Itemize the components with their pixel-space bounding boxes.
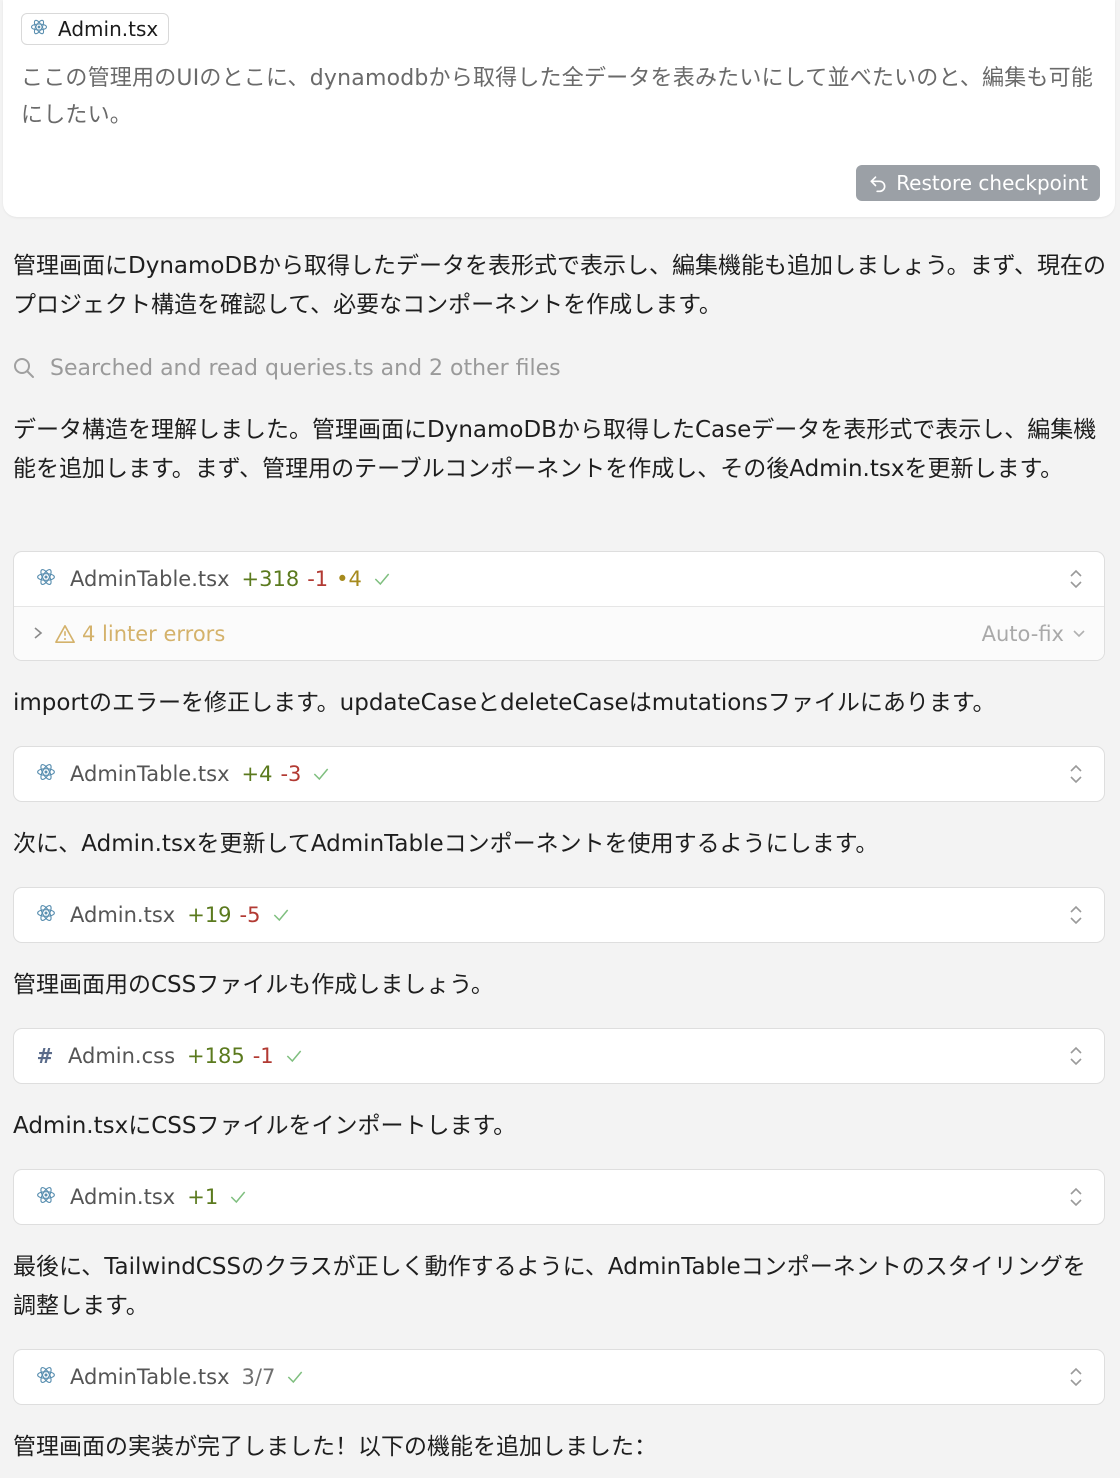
react-icon	[36, 762, 56, 787]
restore-label: Restore checkpoint	[896, 171, 1088, 195]
restore-checkpoint-button[interactable]: Restore checkpoint	[856, 165, 1100, 201]
assistant-paragraph: 最後に、TailwindCSSのクラスが正しく動作するように、AdminTabl…	[13, 1254, 1086, 1319]
file-edit-row[interactable]: Admin.tsx +19 -5	[14, 888, 1104, 942]
react-icon	[36, 1185, 56, 1210]
lines-removed: -3	[280, 762, 302, 786]
file-edit-row[interactable]: # Admin.css +185 -1	[14, 1029, 1104, 1083]
user-message-card: Admin.tsx ここの管理用のUIのとこに、dynamodbから取得した全デ…	[3, 0, 1115, 217]
file-edit-card[interactable]: AdminTable.tsx +318 -1 •4 4 linter error…	[13, 551, 1105, 661]
react-icon	[36, 903, 56, 928]
file-edit-card[interactable]: AdminTable.tsx +4 -3	[13, 746, 1105, 802]
assistant-paragraph: importのエラーを修正します。updateCaseとdeleteCaseはm…	[13, 690, 996, 716]
chevron-right-icon	[32, 622, 44, 646]
lines-added: +4	[241, 762, 273, 786]
assistant-intro: 管理画面にDynamoDBから取得したデータを表形式で表示し、編集機能も追加しま…	[13, 253, 1106, 318]
lines-added: +19	[187, 903, 232, 927]
linter-errors-text: 4 linter errors	[82, 621, 226, 646]
linter-errors-row[interactable]: 4 linter errors Auto-fix	[14, 606, 1104, 660]
user-message-text: ここの管理用のUIのとこに、dynamodbから取得した全データを表みたいにして…	[21, 66, 1094, 128]
file-edit-row[interactable]: Admin.tsx +1	[14, 1170, 1104, 1224]
react-icon	[36, 567, 56, 592]
file-edit-card[interactable]: Admin.tsx +1	[13, 1169, 1105, 1225]
lines-added: +1	[187, 1185, 219, 1209]
check-icon	[271, 905, 291, 925]
check-icon	[372, 569, 392, 589]
react-icon	[30, 18, 48, 40]
expand-icon[interactable]	[1068, 568, 1084, 590]
search-summary[interactable]: Searched and read queries.ts and 2 other…	[12, 350, 561, 386]
check-icon	[285, 1367, 305, 1387]
file-edit-row[interactable]: AdminTable.tsx 3/7	[14, 1350, 1104, 1404]
lines-added: +318	[241, 567, 300, 591]
lines-added: +185	[187, 1044, 245, 1068]
file-name: AdminTable.tsx	[70, 762, 230, 786]
expand-icon[interactable]	[1068, 1186, 1084, 1208]
react-icon	[36, 1365, 56, 1390]
lines-removed: -1	[252, 1044, 274, 1068]
assistant-paragraph: 次に、Admin.tsxを更新してAdminTableコンポーネントを使用するよ…	[13, 831, 879, 857]
assistant-paragraph: Admin.tsxにCSSファイルをインポートします。	[13, 1113, 517, 1139]
file-edit-row[interactable]: AdminTable.tsx +4 -3	[14, 747, 1104, 801]
check-icon	[228, 1187, 248, 1207]
file-name: AdminTable.tsx	[70, 567, 230, 591]
file-edit-row[interactable]: AdminTable.tsx +318 -1 •4	[14, 552, 1104, 606]
expand-icon[interactable]	[1068, 1045, 1084, 1067]
file-name: AdminTable.tsx	[70, 1365, 230, 1389]
file-name: Admin.tsx	[70, 903, 176, 927]
auto-fix-button[interactable]: Auto-fix	[982, 607, 1086, 660]
check-icon	[311, 764, 331, 784]
file-chip-label: Admin.tsx	[58, 17, 159, 41]
undo-icon	[870, 176, 886, 193]
file-context-chip[interactable]: Admin.tsx	[21, 13, 170, 45]
check-icon	[284, 1046, 304, 1066]
search-summary-text: Searched and read queries.ts and 2 other…	[50, 355, 561, 381]
auto-fix-label: Auto-fix	[981, 621, 1064, 646]
expand-icon[interactable]	[1068, 1366, 1084, 1388]
search-icon	[14, 358, 34, 378]
file-edit-card[interactable]: AdminTable.tsx 3/7	[13, 1349, 1105, 1405]
lines-removed: -5	[239, 903, 261, 927]
file-edit-card[interactable]: # Admin.css +185 -1	[13, 1028, 1105, 1084]
file-name: Admin.css	[68, 1044, 176, 1068]
file-name: Admin.tsx	[70, 1185, 176, 1209]
file-edit-card[interactable]: Admin.tsx +19 -5	[13, 887, 1105, 943]
chevron-down-icon	[1073, 629, 1085, 637]
assistant-paragraph: 管理画面の実装が完了しました！以下の機能を追加しました：	[13, 1434, 657, 1460]
lines-removed: -1	[307, 567, 329, 591]
edit-progress: 3/7	[241, 1365, 276, 1389]
warning-icon	[54, 624, 76, 644]
hash-icon: #	[36, 1044, 54, 1068]
expand-icon[interactable]	[1068, 763, 1084, 785]
warning-count: •4	[336, 567, 362, 591]
expand-icon[interactable]	[1068, 904, 1084, 926]
assistant-paragraph: データ構造を理解しました。管理画面にDynamoDBから取得したCaseデータを…	[13, 417, 1097, 482]
assistant-paragraph: 管理画面用のCSSファイルも作成しましょう。	[13, 972, 494, 998]
